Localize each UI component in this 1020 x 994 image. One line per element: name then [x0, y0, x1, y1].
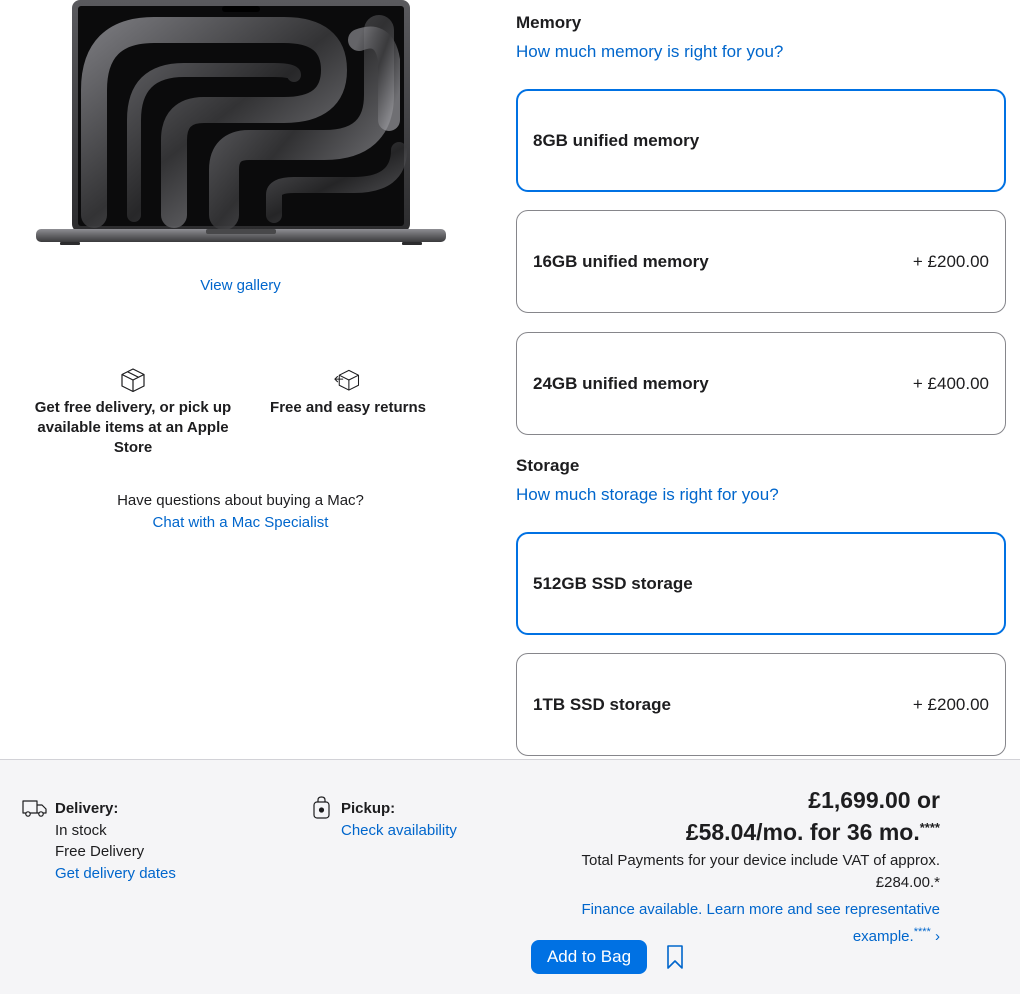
storage-section-title: Storage	[516, 456, 580, 475]
memory-option-8gb[interactable]: 8GB unified memory	[516, 89, 1006, 192]
purchase-summary-bar: Delivery: In stock Free Delivery Get del…	[0, 759, 1020, 994]
chevron-right-icon: ›	[935, 928, 940, 945]
memory-option-16gb[interactable]: 16GB unified memory + £200.00	[516, 210, 1006, 313]
check-availability-link[interactable]: Check availability	[341, 822, 457, 839]
free-returns-benefit: Free and easy returns	[258, 366, 438, 418]
storage-option-1tb[interactable]: 1TB SSD storage + £200.00	[516, 653, 1006, 756]
storage-help-link[interactable]: How much storage is right for you?	[516, 485, 779, 505]
option-label: 512GB SSD storage	[533, 573, 693, 593]
delivery-stock: In stock	[55, 821, 107, 839]
free-delivery-benefit: Get free delivery, or pick up available …	[28, 366, 238, 458]
vat-line-1: Total Payments for your device include V…	[581, 852, 940, 869]
price-line-2: £58.04/mo. for 36 mo.	[685, 819, 920, 845]
finance-line-2: example.	[852, 928, 914, 945]
get-delivery-dates-link[interactable]: Get delivery dates	[55, 865, 176, 882]
view-gallery-link[interactable]: View gallery	[0, 277, 481, 294]
delivery-type: Free Delivery	[55, 843, 145, 860]
memory-help-link[interactable]: How much memory is right for you?	[516, 42, 783, 62]
option-label: 24GB unified memory	[533, 373, 709, 393]
bookmark-icon[interactable]	[665, 944, 685, 970]
total-price: £1,699.00 or £58.04/mo. for 36 mo.****	[520, 786, 940, 846]
store-bag-icon	[313, 796, 330, 819]
benefit-delivery-label: Get free delivery, or pick up available …	[34, 399, 232, 456]
delivery-info: Delivery: In stock Free Delivery Get del…	[22, 798, 176, 884]
benefit-returns-label: Free and easy returns	[270, 399, 426, 416]
return-package-icon	[334, 369, 360, 391]
footnote-mark: ****	[919, 820, 940, 835]
footnote-mark: ****	[913, 926, 931, 938]
option-price: + £400.00	[912, 373, 989, 393]
option-label: 1TB SSD storage	[533, 694, 671, 714]
price-summary: £1,699.00 or £58.04/mo. for 36 mo.**** T…	[520, 786, 940, 948]
macbook-product-image	[36, 0, 446, 245]
option-label: 16GB unified memory	[533, 251, 709, 271]
add-to-bag-button[interactable]: Add to Bag	[531, 940, 647, 974]
pickup-title: Pickup:	[341, 800, 396, 817]
option-price: + £200.00	[912, 694, 989, 714]
storage-option-512gb[interactable]: 512GB SSD storage	[516, 532, 1006, 635]
delivery-title: Delivery:	[55, 800, 119, 817]
help-question: Have questions about buying a Mac?	[117, 492, 364, 509]
finance-line-1: Finance available. Learn more and see re…	[581, 901, 940, 918]
memory-option-24gb[interactable]: 24GB unified memory + £400.00	[516, 332, 1006, 435]
vat-line-2: £284.00.*	[875, 874, 940, 891]
price-line-1: £1,699.00 or	[808, 787, 940, 813]
pickup-info: Pickup: Check availability	[313, 796, 457, 841]
option-label: 8GB unified memory	[533, 130, 700, 150]
vat-note: Total Payments for your device include V…	[520, 850, 940, 894]
package-icon	[121, 368, 145, 393]
option-price: + £200.00	[912, 251, 989, 271]
memory-section-title: Memory	[516, 13, 582, 32]
chat-specialist-link[interactable]: Chat with a Mac Specialist	[153, 514, 329, 531]
truck-icon	[22, 800, 47, 817]
help-section: Have questions about buying a Mac? Chat …	[0, 490, 481, 534]
